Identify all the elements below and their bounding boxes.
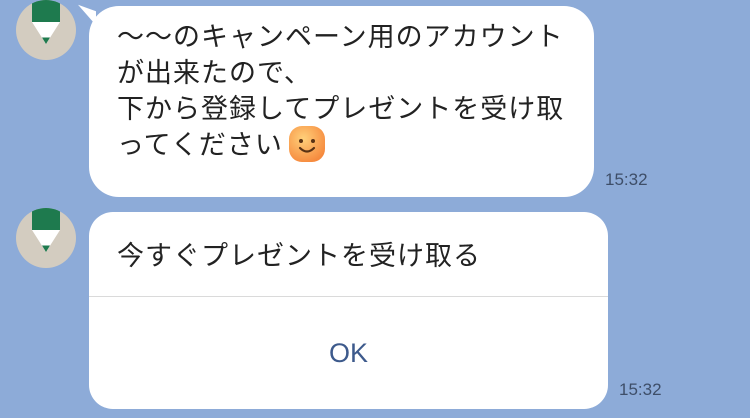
message-line: が出来たので、 (117, 58, 312, 89)
sender-avatar[interactable] (16, 208, 76, 268)
pencil-icon (32, 0, 60, 44)
ok-button[interactable]: OK (89, 297, 608, 409)
message-line-last: ってください (117, 125, 572, 164)
message-time: 15:32 (619, 380, 662, 399)
message-line: 〜〜のキャンペーン用のアカウント (117, 22, 564, 53)
smiling-face-emoji-icon (288, 125, 325, 162)
button-card: 今すぐプレゼントを受け取る OK (89, 212, 608, 409)
message-bubble[interactable]: 〜〜のキャンペーン用のアカウント が出来たので、 下から登録してプレゼントを受け… (89, 6, 594, 197)
card-title: 今すぐプレゼントを受け取る (117, 241, 481, 272)
message-line: 下から登録してプレゼントを受け取 (117, 94, 565, 125)
message-line-text: ってください (117, 130, 283, 161)
sender-avatar[interactable] (16, 0, 76, 60)
pencil-icon (32, 208, 60, 252)
message-time: 15:32 (605, 170, 648, 189)
